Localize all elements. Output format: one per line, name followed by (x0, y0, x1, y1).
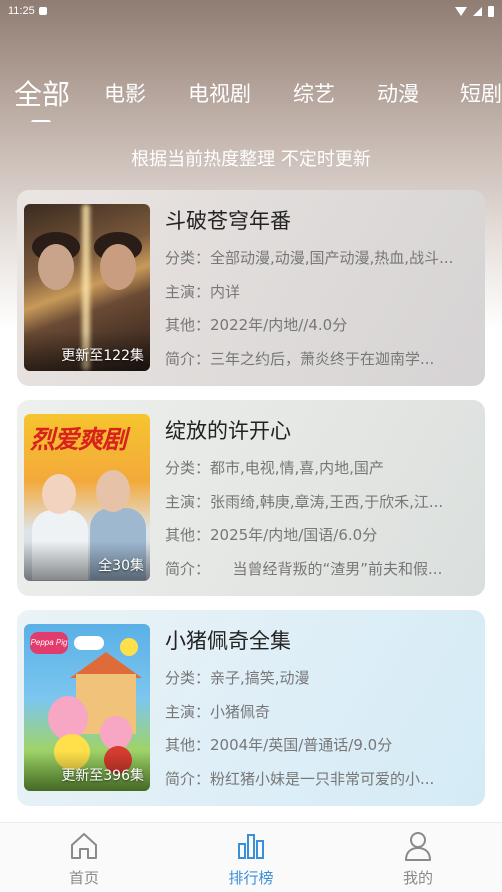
poster-decoration (100, 244, 136, 290)
active-tab-indicator (31, 120, 51, 122)
nav-mine-label: 我的 (402, 869, 433, 887)
item-info: 绽放的许开心 分类：都市,电视,情,喜,内地,国产 主演：张雨绮,韩庚,章涛,王… (165, 416, 477, 586)
item-category: 分类：全部动漫,动漫,国产动漫,热血,战斗... (165, 249, 454, 267)
wifi-icon (455, 6, 467, 16)
battery-icon (488, 5, 494, 17)
item-other: 其他：2004年/英国/普通话/9.0分 (165, 736, 393, 754)
tab-anime[interactable]: 动漫 (377, 78, 419, 108)
ranking-subtitle: 根据当前热度整理 不定时更新 (131, 149, 371, 170)
item-category: 分类：亲子,搞笑,动漫 (165, 669, 310, 687)
episode-badge: 更新至396集 (61, 768, 144, 784)
nav-home-label: 首页 (68, 869, 99, 887)
user-icon (405, 832, 431, 861)
item-category: 分类：都市,电视,情,喜,内地,国产 (165, 459, 384, 477)
item-info: 斗破苍穹年番 分类：全部动漫,动漫,国产动漫,热血,战斗... 主演：内详 其他… (165, 206, 477, 376)
status-indicators (455, 5, 494, 17)
poster-decoration (42, 474, 76, 514)
home-icon (71, 833, 97, 859)
poster-decoration (96, 470, 130, 512)
notification-icon (38, 7, 47, 15)
tab-movies[interactable]: 电影 (104, 78, 146, 108)
item-other: 其他：2025年/内地/国语/6.0分 (165, 526, 378, 544)
item-summary: 简介： 当曾经背叛的“渣男”前夫和假... (165, 559, 443, 578)
status-bar: 11:25 (0, 0, 502, 22)
status-time: 11:25 (8, 5, 35, 17)
poster-decoration (38, 244, 74, 290)
episode-badge: 全30集 (98, 558, 144, 574)
poster-image: 更新至122集 (24, 204, 150, 371)
tab-short-drama[interactable]: 短剧 (460, 78, 502, 108)
nav-ranking[interactable]: 排行榜 (201, 823, 301, 892)
item-other: 其他：2022年/内地//4.0分 (165, 316, 348, 334)
item-cast: 主演：小猪佩奇 (165, 702, 271, 721)
item-title: 小猪佩奇全集 (165, 629, 291, 653)
poster-title-text: 烈爱爽剧 (30, 425, 127, 454)
item-title: 斗破苍穹年番 (165, 209, 291, 233)
item-summary: 简介：粉红猪小妹是一只非常可爱的小... (165, 769, 435, 788)
bar-chart-icon (238, 834, 264, 859)
tab-variety[interactable]: 综艺 (293, 78, 335, 108)
poster-decoration (74, 636, 104, 650)
item-cast: 主演：张雨绮,韩庚,章涛,王西,于欣禾,江... (165, 492, 444, 511)
poster-logo: Peppa Pig (30, 632, 68, 654)
tab-all[interactable]: 全部 (14, 78, 70, 113)
list-item[interactable]: 更新至122集 斗破苍穹年番 分类：全部动漫,动漫,国产动漫,热血,战斗... … (17, 190, 485, 386)
poster-image: Peppa Pig 更新至396集 (24, 624, 150, 791)
tab-tv-series[interactable]: 电视剧 (188, 78, 251, 108)
item-summary: 简介：三年之约后，萧炎终于在迦南学... (165, 349, 435, 368)
list-item[interactable]: Peppa Pig 更新至396集 小猪佩奇全集 分类：亲子,搞笑,动漫 主演：… (17, 610, 485, 806)
nav-mine[interactable]: 我的 (368, 823, 468, 892)
item-cast: 主演：内详 (165, 282, 241, 301)
signal-icon (473, 6, 482, 16)
nav-home[interactable]: 首页 (34, 823, 134, 892)
poster-image: 烈爱爽剧 全30集 (24, 414, 150, 581)
nav-ranking-label: 排行榜 (228, 869, 274, 887)
item-title: 绽放的许开心 (165, 419, 291, 443)
category-tabs: 全部 电影 电视剧 综艺 动漫 短剧 (0, 78, 502, 122)
list-item[interactable]: 烈爱爽剧 全30集 绽放的许开心 分类：都市,电视,情,喜,内地,国产 主演：张… (17, 400, 485, 596)
bottom-navigation: 首页 排行榜 我的 (0, 822, 502, 892)
item-info: 小猪佩奇全集 分类：亲子,搞笑,动漫 主演：小猪佩奇 其他：2004年/英国/普… (165, 626, 477, 796)
poster-decoration (100, 716, 132, 750)
episode-badge: 更新至122集 (61, 348, 144, 364)
